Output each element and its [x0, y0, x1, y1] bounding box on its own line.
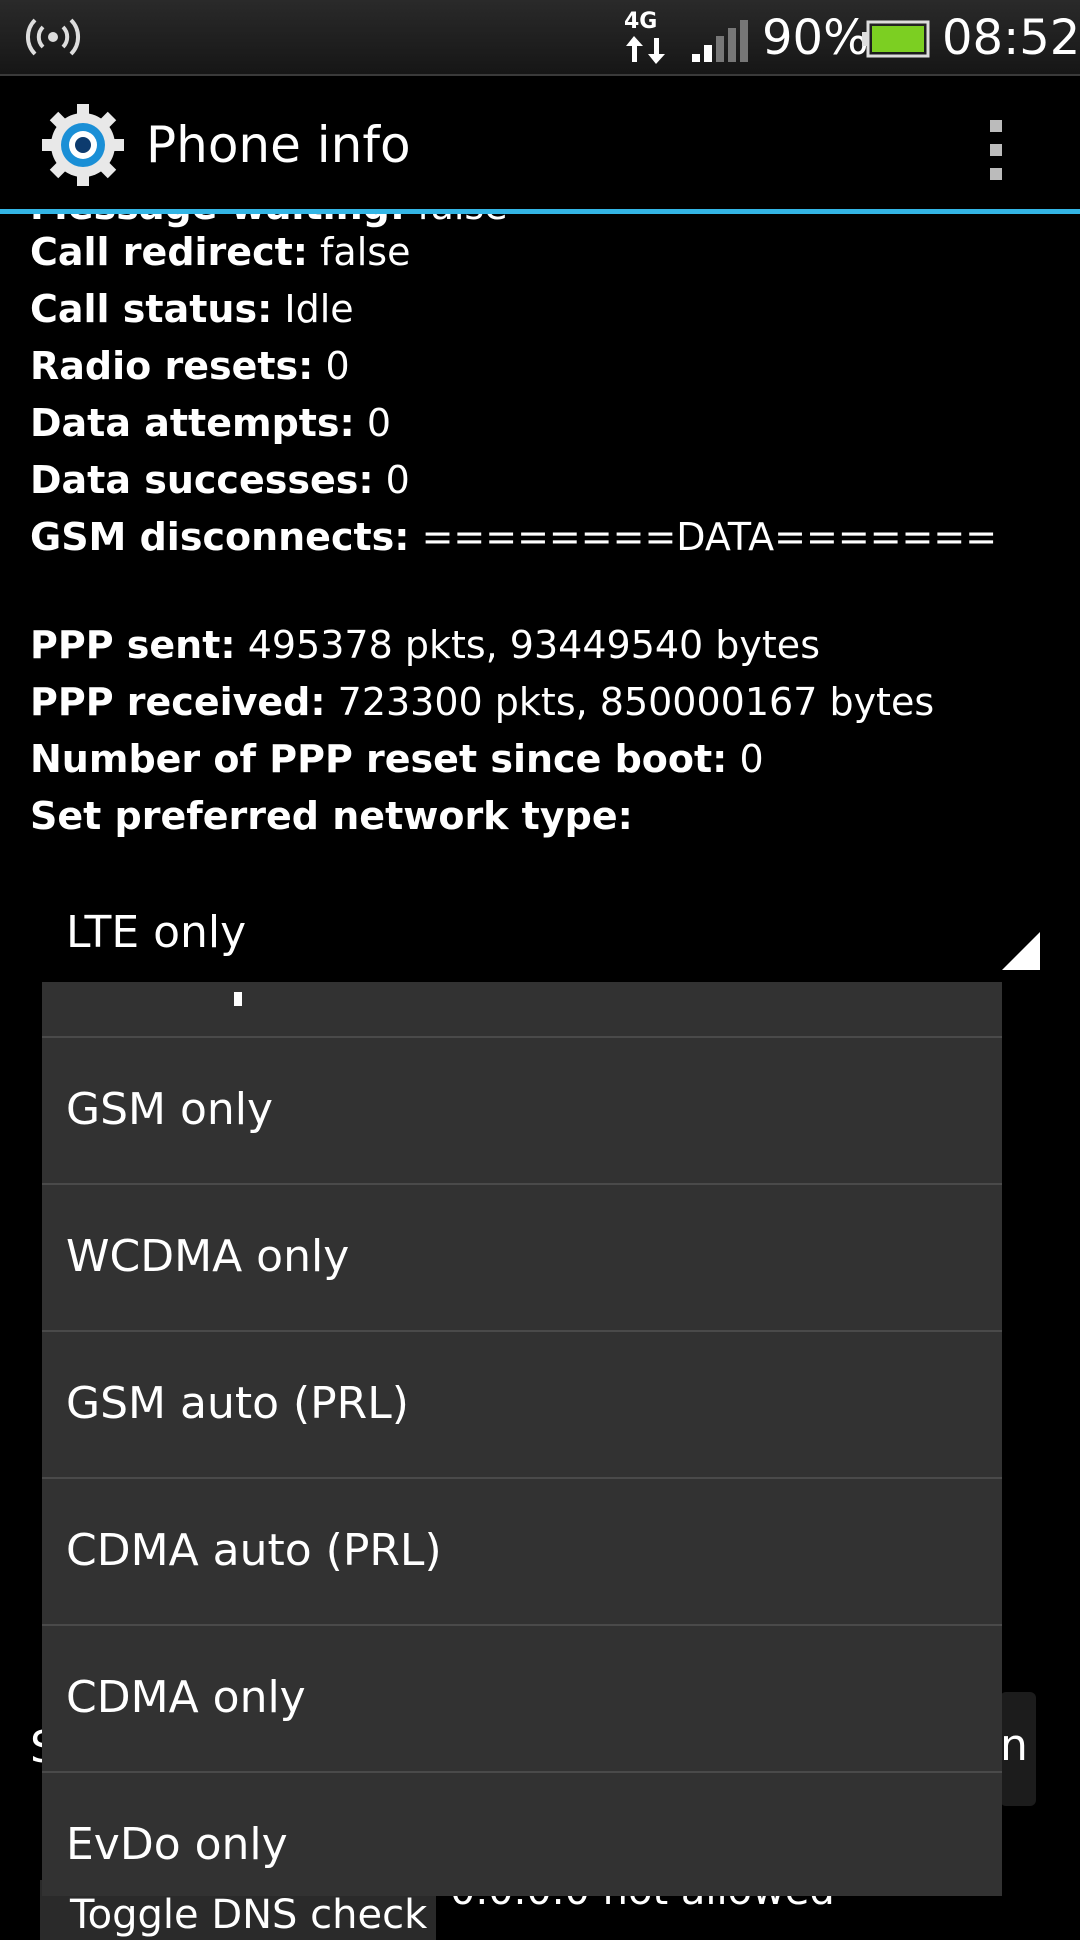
dropdown-item[interactable]: CDMA only — [42, 1626, 1002, 1773]
spinner-selected-value: LTE only — [66, 907, 247, 958]
dropdown-item[interactable]: GSM only — [42, 1038, 1002, 1185]
info-label: PPP sent: — [30, 623, 236, 667]
info-value: false — [320, 230, 411, 274]
svg-text:4G: 4G — [624, 9, 657, 34]
info-value: 0 — [325, 344, 350, 388]
info-row: Number of PPP reset since boot: 0 — [30, 731, 764, 787]
network-type-spinner[interactable]: LTE only — [30, 888, 1040, 978]
dropdown-item-label: WCDMA only — [66, 1231, 350, 1282]
info-label: PPP received: — [30, 680, 326, 724]
signal-icon — [692, 20, 748, 62]
info-row: Data attempts: 0 — [30, 395, 391, 451]
info-row: Radio resets: 0 — [30, 338, 350, 394]
info-value: 495378 pkts, 93449540 bytes — [247, 623, 820, 667]
hotspot-icon — [25, 18, 81, 56]
info-value: 0 — [366, 401, 392, 445]
action-bar: Phone info — [0, 76, 1080, 214]
info-label: Call redirect: — [30, 230, 308, 274]
network-type-dropdown: GSM only WCDMA only GSM auto (PRL) CDMA aut… — [42, 982, 1002, 1896]
info-label: Number of PPP reset since boot: — [30, 737, 728, 781]
dropdown-item[interactable]: EvDo only — [42, 1773, 1002, 1896]
dropdown-item-label: GSM only — [66, 1084, 274, 1135]
info-row: PPP sent: 495378 pkts, 93449540 bytes — [30, 617, 820, 673]
dropdown-item[interactable]: WCDMA only — [42, 1185, 1002, 1332]
dropdown-item-label: EvDo only — [66, 1819, 288, 1870]
spinner-corner-arrow-icon — [1002, 932, 1040, 970]
info-row: Set preferred network type: — [30, 788, 633, 844]
info-value: 0 — [739, 737, 764, 781]
settings-gear-icon[interactable] — [40, 102, 126, 188]
toggle-dns-check-label: Toggle DNS check — [70, 1892, 428, 1938]
info-row: Call status: Idle — [30, 281, 354, 337]
info-row: Data successes: 0 — [30, 452, 410, 508]
info-row: GSM disconnects: ========DATA======= — [30, 509, 997, 565]
info-label: Call status: — [30, 287, 273, 331]
info-value: 0 — [385, 458, 410, 502]
info-label: Data attempts: — [30, 401, 355, 445]
info-value: 723300 pkts, 850000167 bytes — [337, 680, 935, 724]
dropdown-item-label: CDMA auto (PRL) — [66, 1525, 442, 1576]
info-row: PPP received: 723300 pkts, 850000167 byt… — [30, 674, 934, 730]
dropdown-item[interactable]: GSM auto (PRL) — [42, 1332, 1002, 1479]
info-label: Set preferred network type: — [30, 794, 633, 838]
info-label: Radio resets: — [30, 344, 314, 388]
info-value: Idle — [284, 287, 354, 331]
overflow-menu-icon[interactable] — [976, 116, 1016, 186]
dropdown-item[interactable]: CDMA auto (PRL) — [42, 1479, 1002, 1626]
page-title: Phone info — [146, 116, 411, 174]
dropdown-item-label: CDMA only — [66, 1672, 306, 1723]
4g-data-icon: 4G — [624, 9, 665, 64]
dropdown-item-label: GSM auto (PRL) — [66, 1378, 409, 1429]
status-bar: 4G 90% 08:52 — [0, 0, 1080, 76]
battery-icon — [862, 20, 930, 58]
dropdown-partial-item[interactable] — [42, 982, 1002, 1038]
info-row: Call redirect: false — [30, 224, 410, 280]
info-label: GSM disconnects: — [30, 515, 410, 559]
info-value: ========DATA======= — [421, 515, 998, 559]
background-partial-button-text: n — [1000, 1720, 1028, 1771]
info-label: Data successes: — [30, 458, 374, 502]
battery-percent: 90% — [762, 10, 869, 66]
clock: 08:52 — [942, 10, 1080, 66]
